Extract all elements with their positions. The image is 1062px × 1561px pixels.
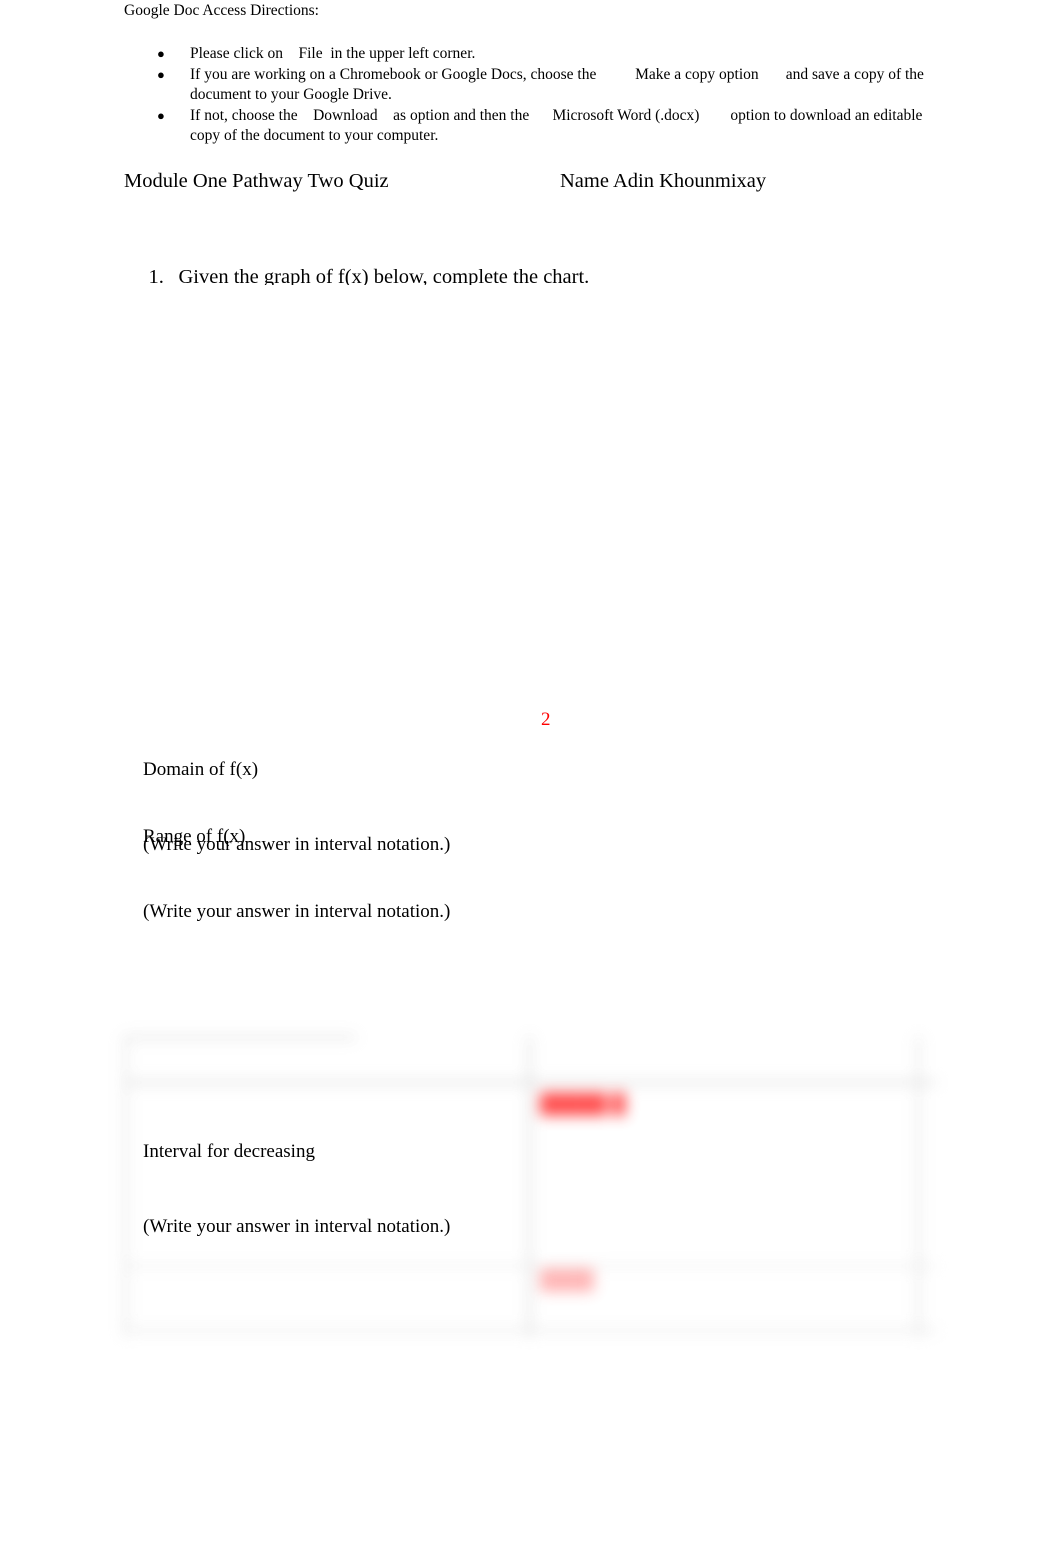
blurred-answer-cell-1[interactable]: █████ █ xyxy=(540,1092,626,1117)
list-item: ● Please click on File in the upper left… xyxy=(124,44,934,65)
range-label: Range of f(x) xyxy=(143,826,246,847)
table-border-middle xyxy=(528,1036,531,1336)
student-name-field: Name Adin Khounmixay xyxy=(560,170,767,192)
range-sublabel: (Write your answer in interval notation.… xyxy=(143,901,451,922)
table-border-top xyxy=(124,1036,356,1039)
decreasing-sublabel: (Write your answer in interval notation.… xyxy=(143,1216,451,1237)
decreasing-row: Interval for decreasing (Write your answ… xyxy=(143,1089,450,1289)
bullet-point-icon: ● xyxy=(157,107,165,123)
list-item-text: Please click on File in the upper left c… xyxy=(190,45,476,62)
directions-heading: Google Doc Access Directions: xyxy=(124,2,319,19)
list-item-text: If not, choose the Download as option an… xyxy=(190,106,927,145)
table-border-right xyxy=(917,1036,920,1336)
graph-image-placeholder xyxy=(140,285,800,685)
directions-bullet-list: ● Please click on File in the upper left… xyxy=(124,44,934,147)
range-row: Range of f(x) (Write your answer in inte… xyxy=(143,774,450,974)
decreasing-label-text: Interval for decreasing xyxy=(143,1141,315,1162)
table-border-left xyxy=(124,1036,127,1336)
bullet-point-icon: ● xyxy=(157,46,165,61)
quiz-title: Module One Pathway Two Quiz xyxy=(124,170,389,192)
domain-answer[interactable]: 2 xyxy=(541,707,551,732)
list-item: ● If you are working on a Chromebook or … xyxy=(124,65,934,106)
list-item-text: If you are working on a Chromebook or Go… xyxy=(190,65,928,104)
list-item: ● If not, choose the Download as option … xyxy=(124,106,934,147)
blurred-answer-cell-2[interactable]: ████ xyxy=(540,1268,594,1293)
bullet-point-icon: ● xyxy=(157,66,165,82)
document-page: Google Doc Access Directions: ● Please c… xyxy=(0,0,1062,1561)
